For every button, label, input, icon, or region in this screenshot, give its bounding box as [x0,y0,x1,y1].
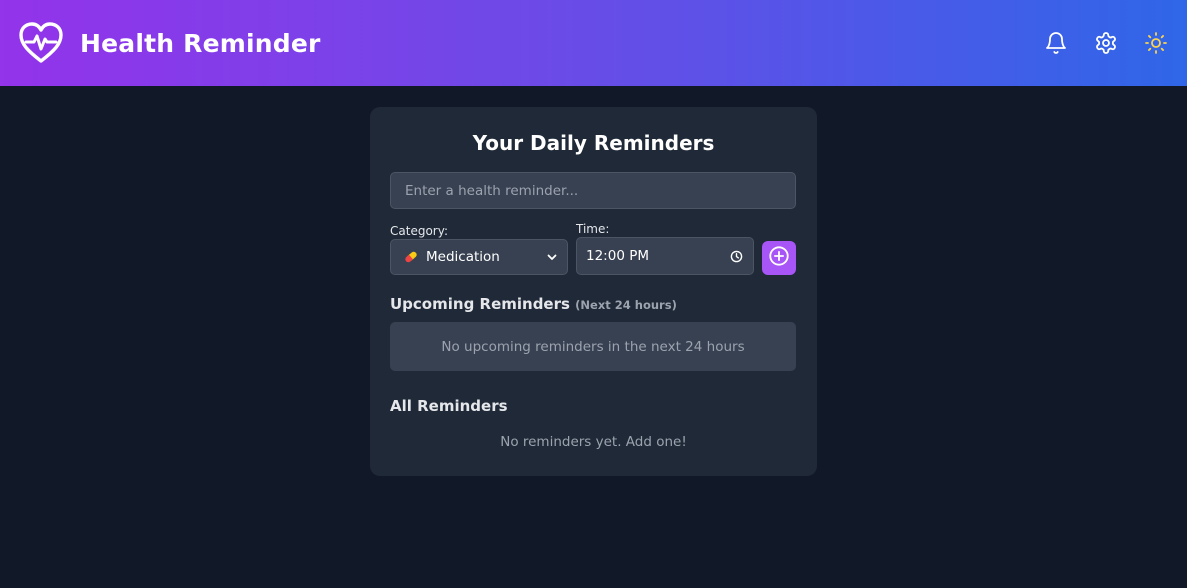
category-label: Category: [390,224,448,238]
all-reminders-empty-state: No reminders yet. Add one! [500,434,687,450]
brand: Health Reminder [18,20,321,66]
gear-icon[interactable] [1093,30,1119,56]
time-label: Time: [576,222,610,236]
reminders-card: Your Daily Reminders Category: Time: Med… [370,107,817,476]
reminder-input[interactable] [390,172,796,209]
header-actions [1043,30,1169,56]
all-reminders-title: All Reminders [390,397,508,415]
card-title: Your Daily Reminders [472,131,715,155]
sun-icon[interactable] [1143,30,1169,56]
category-value: Medication [426,249,500,265]
upcoming-subtitle: (Next 24 hours) [575,298,677,312]
upcoming-title: Upcoming Reminders [390,295,570,313]
plus-circle-icon [768,245,790,271]
reminder-options-row: Category: Time: Medication 12:00 PM [390,220,797,280]
category-select[interactable]: Medication [390,239,568,275]
chevron-down-icon [547,252,557,262]
heart-pulse-icon [18,20,64,66]
app-header: Health Reminder [0,0,1187,86]
app-title: Health Reminder [80,28,321,58]
upcoming-empty-state: No upcoming reminders in the next 24 hou… [390,322,796,371]
add-reminder-button[interactable] [762,241,796,275]
pill-icon [403,249,419,265]
upcoming-section-title: Upcoming Reminders (Next 24 hours) [390,295,797,313]
bell-icon[interactable] [1043,30,1069,56]
time-input[interactable]: 12:00 PM [576,237,754,275]
clock-icon[interactable] [730,250,743,263]
time-value: 12:00 PM [586,248,649,264]
